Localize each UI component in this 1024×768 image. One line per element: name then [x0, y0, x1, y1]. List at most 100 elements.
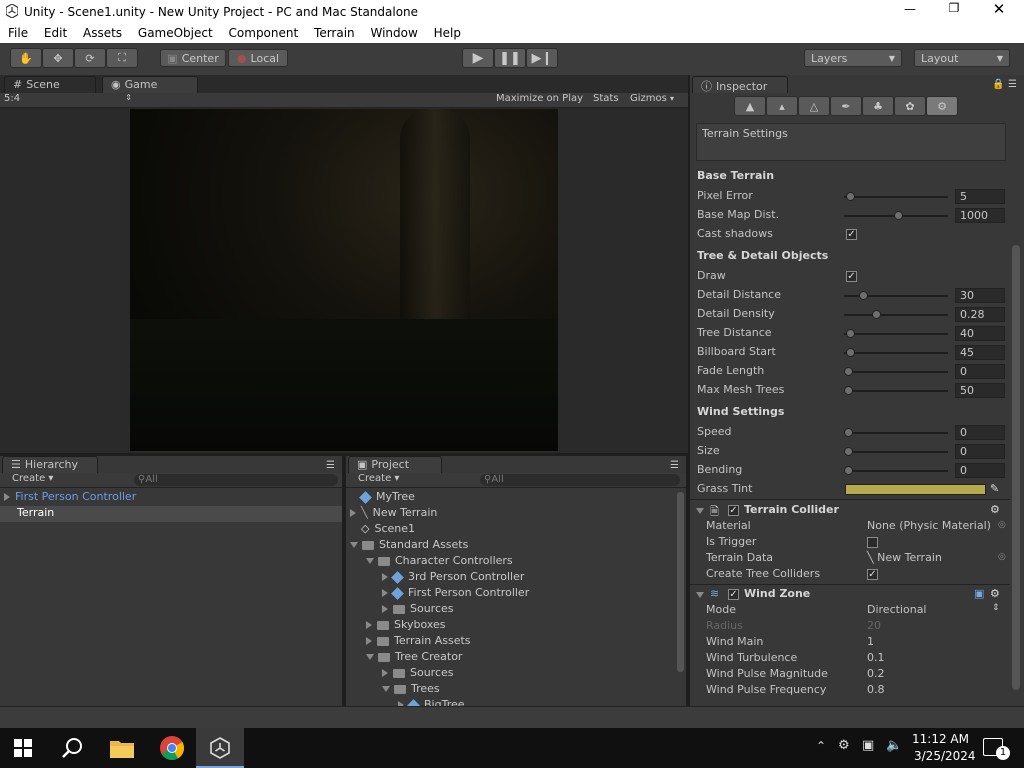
number-field[interactable]: 1000	[955, 208, 1005, 223]
list-item[interactable]: 3rd Person Controller	[346, 570, 676, 586]
menu-gameobject[interactable]: GameObject	[138, 24, 213, 40]
expand-arrow-icon[interactable]	[366, 637, 372, 645]
slider-knob[interactable]	[844, 367, 853, 376]
rotate-tool-button[interactable]: ⟳	[74, 48, 106, 68]
layers-dropdown[interactable]: Layers ▼	[804, 49, 902, 67]
raise-lower-terrain-icon[interactable]: ▲	[734, 96, 766, 116]
field-value[interactable]: ╲ New Terrain	[867, 551, 942, 567]
slider-knob[interactable]	[846, 192, 855, 201]
field-value[interactable]: None (Physic Material)	[867, 519, 991, 535]
number-field[interactable]: 0.28	[955, 307, 1005, 322]
unity-taskbar-icon[interactable]	[196, 728, 244, 768]
collapse-arrow-icon[interactable]	[366, 654, 374, 660]
number-field[interactable]: 0	[955, 444, 1005, 459]
field-value[interactable]: 0.2	[867, 667, 885, 683]
checkbox[interactable]: ✓	[846, 271, 857, 282]
menu-window[interactable]: Window	[370, 24, 417, 40]
tab-project[interactable]: ▣ Project	[348, 456, 442, 473]
minimize-button[interactable]: —	[900, 2, 920, 20]
paint-height-icon[interactable]: ▴	[766, 96, 798, 116]
hand-tool-button[interactable]: ✋	[10, 48, 42, 68]
mode-dropdown[interactable]: Directional	[867, 603, 927, 619]
gear-icon[interactable]: ⚙	[990, 587, 1000, 600]
collapse-arrow-icon[interactable]	[366, 558, 374, 564]
list-item[interactable]: Tree Creator	[346, 650, 676, 666]
slider-track[interactable]	[844, 196, 948, 198]
component-enabled-checkbox[interactable]: ✓	[728, 505, 739, 516]
layout-dropdown[interactable]: Layout ▼	[914, 49, 1010, 67]
windows-start-icon[interactable]	[14, 739, 32, 757]
expand-arrow-icon[interactable]	[382, 573, 388, 581]
close-button[interactable]: ✕	[989, 0, 1009, 18]
slider-knob[interactable]	[844, 447, 853, 456]
pivot-local-button[interactable]: ● Local	[228, 49, 288, 67]
maximize-on-play-toggle[interactable]: Maximize on Play	[496, 93, 583, 104]
slider-track[interactable]	[844, 451, 948, 453]
field-value[interactable]: 20	[867, 619, 881, 635]
slider-track[interactable]	[844, 333, 948, 335]
tab-inspector[interactable]: ⓘ Inspector	[692, 76, 788, 93]
list-item[interactable]: ╲ New Terrain	[346, 506, 676, 522]
checkbox[interactable]: ✓	[867, 569, 878, 580]
gear-icon[interactable]: ⚙	[990, 503, 1000, 516]
collapse-arrow-icon[interactable]	[696, 592, 704, 598]
number-field[interactable]: 5	[955, 189, 1005, 204]
expand-arrow-icon[interactable]	[350, 509, 356, 517]
scale-tool-button[interactable]: ⛶	[106, 48, 138, 68]
slider-track[interactable]	[844, 432, 948, 434]
number-field[interactable]: 50	[955, 383, 1005, 398]
slider-knob[interactable]	[894, 211, 903, 220]
list-item[interactable]: Terrain	[0, 506, 342, 522]
hierarchy-menu-icon[interactable]: ☰	[326, 460, 335, 471]
expand-arrow-icon[interactable]	[382, 605, 388, 613]
number-field[interactable]: 30	[955, 288, 1005, 303]
menu-terrain[interactable]: Terrain	[314, 24, 355, 40]
list-item[interactable]: Terrain Assets	[346, 634, 676, 650]
search-icon[interactable]	[61, 737, 83, 759]
list-item[interactable]: Sources	[346, 602, 676, 618]
slider-track[interactable]	[844, 470, 948, 472]
list-item[interactable]: Trees	[346, 682, 676, 698]
number-field[interactable]: 45	[955, 345, 1005, 360]
list-item[interactable]: Standard Assets	[346, 538, 676, 554]
expand-arrow-icon[interactable]	[366, 621, 372, 629]
hierarchy-search-input[interactable]: ⚲All	[134, 474, 338, 486]
list-item[interactable]: BigTree	[346, 698, 676, 706]
project-create-button[interactable]: Create ▾	[358, 473, 399, 484]
slider-knob[interactable]	[844, 428, 853, 437]
expand-arrow-icon[interactable]	[382, 589, 388, 597]
list-item[interactable]: First Person Controller	[346, 586, 676, 602]
move-tool-button[interactable]: ✥	[42, 48, 74, 68]
slider-track[interactable]	[844, 352, 948, 354]
network-icon[interactable]: ▣	[862, 738, 874, 753]
list-item[interactable]: Sources	[346, 666, 676, 682]
eyedropper-icon[interactable]: ✎	[990, 482, 999, 495]
slider-knob[interactable]	[846, 348, 855, 357]
list-item[interactable]: Character Controllers	[346, 554, 676, 570]
field-value[interactable]: 0.1	[867, 651, 885, 667]
slider-track[interactable]	[844, 371, 948, 373]
slider-track[interactable]	[844, 314, 948, 316]
collapse-arrow-icon[interactable]	[382, 686, 390, 692]
inspector-menu-icon[interactable]: ☰	[1008, 79, 1017, 90]
inspector-scrollbar[interactable]	[1012, 245, 1020, 690]
lock-icon[interactable]: 🔒	[992, 79, 1004, 90]
clock-date[interactable]: 3/25/2024	[914, 749, 976, 763]
tab-game[interactable]: ◉ Game	[102, 76, 198, 93]
project-search-input[interactable]: ⚲All	[480, 474, 680, 486]
project-menu-icon[interactable]: ☰	[670, 460, 679, 471]
project-scrollbar[interactable]	[677, 492, 684, 672]
slider-knob[interactable]	[844, 466, 853, 475]
component-enabled-checkbox[interactable]: ✓	[728, 589, 739, 600]
number-field[interactable]: 0	[955, 463, 1005, 478]
tab-hierarchy[interactable]: ☰ Hierarchy	[2, 456, 98, 473]
game-viewport[interactable]	[130, 109, 558, 451]
clock-time[interactable]: 11:12 AM	[912, 732, 969, 746]
pivot-center-button[interactable]: ▣ Center	[160, 49, 226, 67]
tab-scene[interactable]: # Scene	[4, 76, 96, 93]
number-field[interactable]: 0	[955, 364, 1005, 379]
menu-file[interactable]: File	[8, 24, 28, 40]
slider-knob[interactable]	[846, 329, 855, 338]
menu-help[interactable]: Help	[434, 24, 461, 40]
terrain-settings-icon[interactable]: ⚙	[926, 96, 958, 116]
